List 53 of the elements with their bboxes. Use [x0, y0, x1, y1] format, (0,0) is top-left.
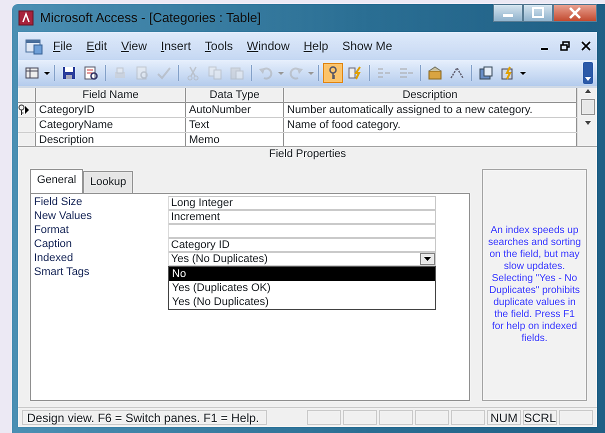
property-label: Indexed — [34, 252, 74, 266]
caret-icon[interactable] — [520, 72, 526, 74]
dropdown-list[interactable]: No Yes (Duplicates OK) Yes (No Duplicates) — [168, 266, 436, 310]
dropdown-option[interactable]: Yes (Duplicates OK) — [169, 280, 435, 294]
row-pointer-icon — [25, 106, 29, 114]
property-field[interactable]: Increment — [168, 210, 436, 224]
property-label: Caption — [34, 238, 73, 252]
scroll-down-icon[interactable] — [584, 120, 592, 126]
status-indicator: NUM — [487, 410, 521, 425]
status-indicator: SCRL — [523, 410, 557, 425]
help-text: An index speeds up searches and sorting on the field, but may slow updates. Selecting "Yes - No Duplicates" prohibits duplicate values in the field. Press F1 for help on indexed fields. — [487, 225, 582, 345]
tab[interactable]: General — [30, 169, 84, 192]
table-cell: Description — [36, 133, 186, 146]
key-icon — [18, 104, 25, 116]
caret-icon[interactable] — [44, 72, 50, 74]
table-cell: CategoryName — [36, 118, 186, 132]
status-text: Design view. F6 = Switch panes. F1 = Help. — [22, 410, 267, 425]
section-title: Field Properties — [18, 146, 597, 161]
property-label: New Values — [34, 210, 93, 224]
table-cell: CategoryID — [36, 103, 186, 117]
scroll-up-icon[interactable] — [584, 88, 592, 94]
scroll-thumb[interactable] — [580, 99, 594, 115]
window-title: Microsoft Access - [Categories : Table] — [40, 9, 261, 28]
table-icon — [24, 37, 44, 55]
caret-icon[interactable] — [424, 256, 431, 260]
menu-item[interactable]: Help — [298, 37, 334, 55]
menu-item[interactable]: Window — [242, 37, 295, 55]
dropdown-option[interactable]: Yes (No Duplicates) — [169, 294, 435, 308]
property-field[interactable]: Long Integer — [168, 196, 436, 210]
menu-item[interactable]: Insert — [156, 37, 196, 55]
column-header[interactable]: Field Name — [36, 88, 186, 102]
menu-item[interactable]: Tools — [200, 37, 238, 55]
menu-item[interactable]: File — [48, 37, 78, 55]
tab[interactable]: Lookup — [83, 171, 134, 192]
restore-icon[interactable] — [560, 41, 570, 51]
close-icon[interactable] — [581, 41, 591, 51]
column-header[interactable]: Data Type — [186, 88, 284, 102]
table-cell: Memo — [186, 133, 284, 146]
menu-item[interactable]: Show Me — [337, 37, 398, 55]
row-selector[interactable] — [18, 103, 36, 117]
property-label: Format — [34, 224, 70, 238]
dropdown-option[interactable]: No — [169, 266, 435, 280]
toolbar-options-icon[interactable] — [583, 62, 593, 84]
table-cell: AutoNumber — [186, 103, 284, 117]
menu-item[interactable]: View — [116, 37, 152, 55]
property-field[interactable]: Category ID — [168, 238, 436, 252]
property-label: Field Size — [34, 196, 84, 210]
dropdown-button[interactable] — [420, 252, 435, 264]
app-icon — [18, 10, 34, 26]
menu-item[interactable]: Edit — [81, 37, 112, 55]
property-label: Smart Tags — [34, 266, 90, 280]
property-field[interactable] — [168, 224, 436, 238]
table-cell: Text — [186, 118, 284, 132]
